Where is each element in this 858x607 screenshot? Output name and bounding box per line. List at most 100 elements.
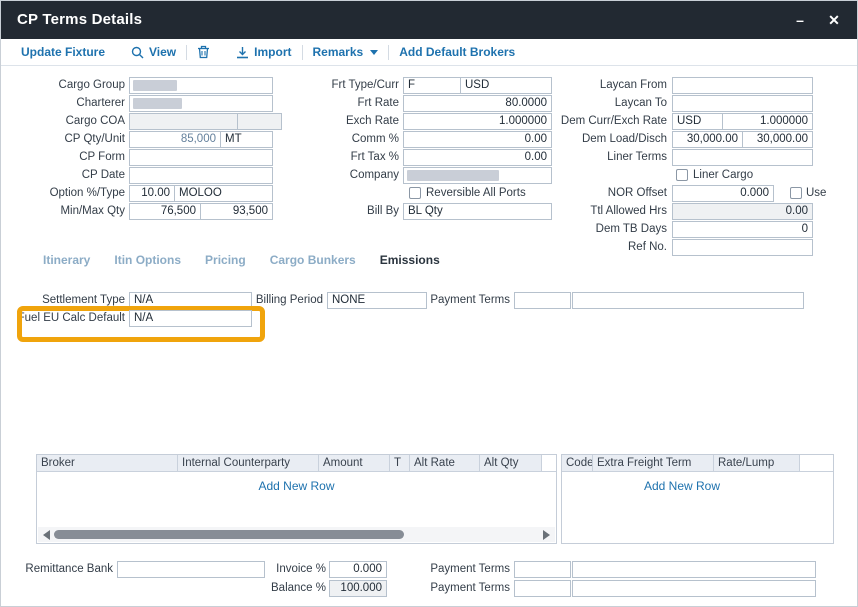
cargo-coa-label: Cargo COA [1,113,125,130]
cargo-coa-seq-field [237,113,282,130]
minimize-icon[interactable]: – [783,1,817,39]
tab-itinerary[interactable]: Itinerary [43,253,90,267]
invoice-pct-label: Invoice % [249,561,326,578]
cargo-group-field[interactable] [129,77,273,94]
update-fixture-button[interactable]: Update Fixture [21,45,105,59]
payment-terms-desc-field[interactable] [572,292,804,309]
column-header[interactable]: Rate/Lump [714,455,800,471]
broker-table: Broker Internal Counterparty Amount T Al… [36,454,557,544]
bill-by-field[interactable]: BL Qty [403,203,552,220]
column-header[interactable]: Alt Rate [410,455,480,471]
nor-offset-label: NOR Offset [557,185,667,202]
redacted-value [133,98,182,109]
cp-form-field[interactable] [129,149,273,166]
payment-terms-code-field[interactable] [514,292,571,309]
column-header[interactable]: T [390,455,410,471]
remittance-bank-label: Remittance Bank [1,561,113,578]
balance-pct-label: Balance % [249,580,326,597]
column-header[interactable]: Alt Qty [480,455,542,471]
dem-exch-rate-field[interactable]: 1.000000 [722,113,813,130]
view-button[interactable]: View [131,45,176,59]
remittance-bank-field[interactable] [117,561,265,578]
ttl-allowed-hrs-field: 0.00 [672,203,813,220]
option-type-field[interactable]: MOLOO [174,185,273,202]
close-icon[interactable]: ✕ [817,1,851,39]
column-header[interactable]: Code [562,455,593,471]
company-field[interactable] [403,167,552,184]
toolbar-separator [186,45,187,60]
frt-curr-field[interactable]: USD [460,77,552,94]
extra-freight-table-header: Code Extra Freight Term Rate/Lump [562,455,833,472]
broker-table-header: Broker Internal Counterparty Amount T Al… [37,455,556,472]
frt-rate-field[interactable]: 80.0000 [403,95,552,112]
min-qty-field[interactable]: 76,500 [129,203,201,220]
exch-rate-field[interactable]: 1.000000 [403,113,552,130]
payment-terms-1-desc-field[interactable] [572,561,816,578]
frt-tax-pct-field[interactable]: 0.00 [403,149,552,166]
column-header[interactable]: Amount [319,455,390,471]
laycan-to-field[interactable] [672,95,813,112]
dem-curr-field[interactable]: USD [672,113,723,130]
payment-terms-2-desc-field[interactable] [572,580,816,597]
toolbar-separator [388,45,389,60]
cp-date-field[interactable] [129,167,273,184]
option-pct-field[interactable]: 10.00 [129,185,175,202]
charterer-label: Charterer [1,95,125,112]
charterer-field[interactable] [129,95,273,112]
nor-offset-use-checkbox[interactable] [790,187,802,199]
reversible-all-ports-checkbox[interactable] [409,187,421,199]
billing-period-field[interactable]: NONE [327,292,427,309]
payment-terms-2-code-field[interactable] [514,580,571,597]
titlebar: CP Terms Details – ✕ [1,1,857,39]
column-header[interactable]: Extra Freight Term [593,455,714,471]
tab-emissions[interactable]: Emissions [380,253,440,267]
tab-cargo-bunkers[interactable]: Cargo Bunkers [270,253,356,267]
option-pct-type-label: Option %/Type [1,185,125,202]
payment-terms-1-label: Payment Terms [429,561,510,578]
add-default-brokers-button[interactable]: Add Default Brokers [399,45,515,59]
column-header[interactable]: Internal Counterparty [178,455,319,471]
horizontal-scrollbar [38,527,555,542]
invoice-pct-field[interactable]: 0.000 [329,561,387,578]
cp-qty-field[interactable]: 85,000 [129,131,221,148]
laycan-from-field[interactable] [672,77,813,94]
settlement-type-field[interactable]: N/A [129,292,252,309]
fuel-eu-calc-default-label: Fuel EU Calc Default [17,310,125,327]
delete-button[interactable] [197,45,210,59]
redacted-value [133,80,177,91]
settlement-type-label: Settlement Type [1,292,125,309]
scroll-left-icon[interactable] [43,530,50,540]
dem-disch-field[interactable]: 30,000.00 [742,131,813,148]
import-button[interactable]: Import [236,45,291,59]
ref-no-label: Ref No. [557,239,667,256]
dem-tb-days-field[interactable]: 0 [672,221,813,238]
scrollbar-thumb[interactable] [54,530,404,539]
fuel-eu-calc-default-field[interactable]: N/A [129,310,252,327]
broker-add-new-row-link[interactable]: Add New Row [37,479,556,493]
cp-form-label: CP Form [1,149,125,166]
tab-pricing[interactable]: Pricing [205,253,246,267]
ref-no-field[interactable] [672,239,813,256]
scroll-right-icon[interactable] [543,530,550,540]
billing-period-label: Billing Period [253,292,323,309]
column-header[interactable]: Broker [37,455,178,471]
payment-terms-1-code-field[interactable] [514,561,571,578]
liner-terms-field[interactable] [672,149,813,166]
laycan-from-label: Laycan From [557,77,667,94]
frt-type-field[interactable]: F [403,77,461,94]
comm-pct-field[interactable]: 0.00 [403,131,552,148]
cp-unit-field[interactable]: MT [220,131,273,148]
dem-tb-days-label: Dem TB Days [557,221,667,238]
nor-offset-field[interactable]: 0.000 [672,185,774,202]
dem-load-field[interactable]: 30,000.00 [672,131,743,148]
extra-freight-add-new-row-link[interactable]: Add New Row [562,479,802,493]
liner-cargo-checkbox[interactable] [676,169,688,181]
tab-itin-options[interactable]: Itin Options [114,253,181,267]
detail-tabs: Itinerary Itin Options Pricing Cargo Bun… [43,253,440,267]
search-icon [131,46,144,59]
ttl-allowed-hrs-label: Ttl Allowed Hrs [557,203,667,220]
chevron-down-icon [370,50,378,55]
remarks-dropdown[interactable]: Remarks [313,45,379,59]
max-qty-field[interactable]: 93,500 [200,203,273,220]
min-max-qty-label: Min/Max Qty [1,203,125,220]
